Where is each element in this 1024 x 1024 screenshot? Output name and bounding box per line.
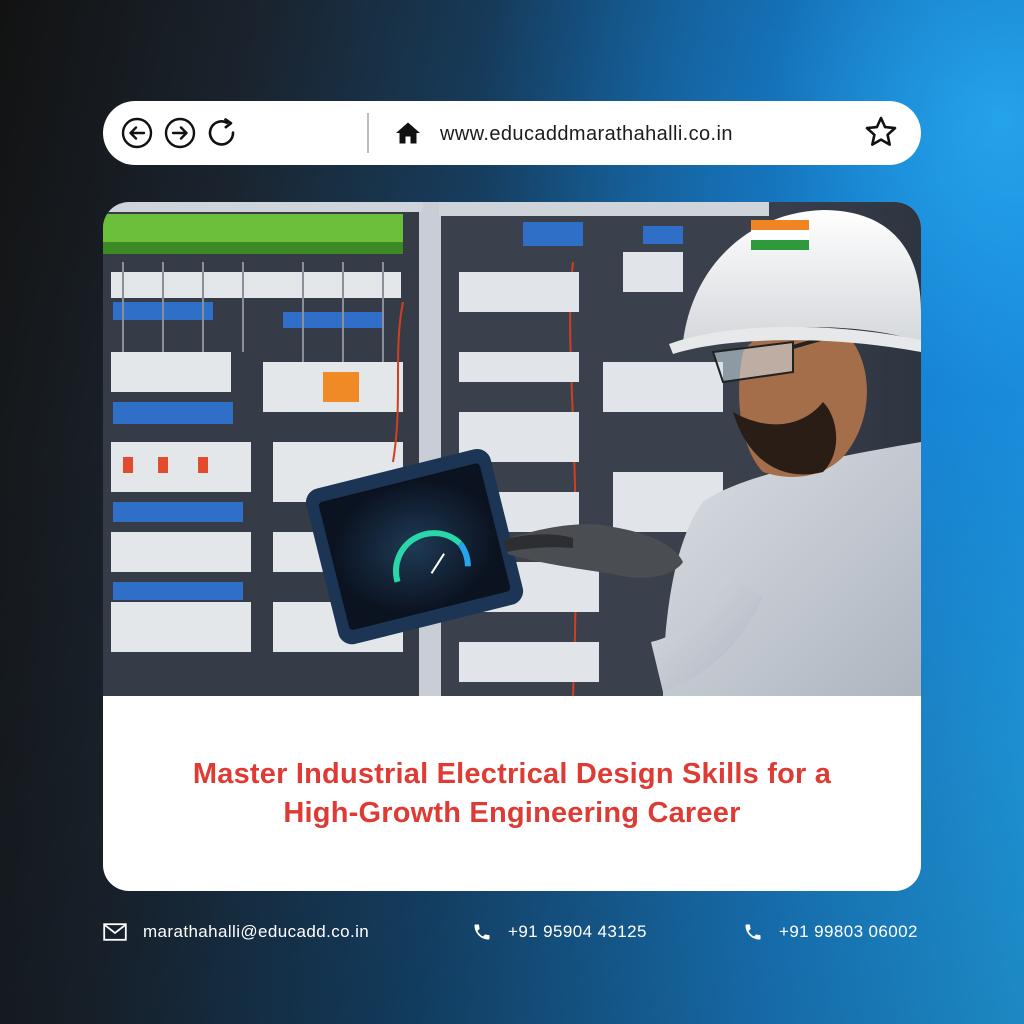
back-arrow-icon (121, 117, 153, 149)
phone-1-text: +91 95904 43125 (508, 922, 647, 941)
url-field[interactable]: www.educaddmarathahalli.co.in (440, 121, 733, 147)
bookmark-star-icon[interactable] (864, 115, 898, 149)
reload-button[interactable] (206, 117, 238, 149)
forward-arrow-icon (164, 117, 196, 149)
phone-icon (474, 924, 490, 940)
phone-2-text: +91 99803 06002 (779, 922, 918, 941)
industrial-electrical-engineer-photo (103, 202, 921, 696)
contact-email[interactable]: marathahalli@educadd.co.in (103, 918, 369, 946)
contact-phone-2[interactable]: +91 99803 06002 (743, 918, 918, 946)
content-card: Master Industrial Electrical Design Skil… (103, 202, 921, 891)
contact-phone-1[interactable]: +91 95904 43125 (472, 918, 647, 946)
forward-button[interactable] (164, 117, 196, 149)
email-text: marathahalli@educadd.co.in (143, 922, 370, 941)
browser-address-bar: www.educaddmarathahalli.co.in (103, 101, 921, 165)
toolbar-divider (367, 113, 369, 153)
phone-icon (745, 924, 761, 940)
back-button[interactable] (121, 117, 153, 149)
reload-icon (208, 118, 235, 146)
headline-line-2: High-Growth Engineering Career (283, 797, 741, 829)
mail-icon (103, 923, 127, 941)
home-icon[interactable] (395, 121, 421, 145)
page-headline: Master Industrial Electrical Design Skil… (123, 755, 901, 833)
headline-line-1: Master Industrial Electrical Design Skil… (192, 758, 832, 790)
